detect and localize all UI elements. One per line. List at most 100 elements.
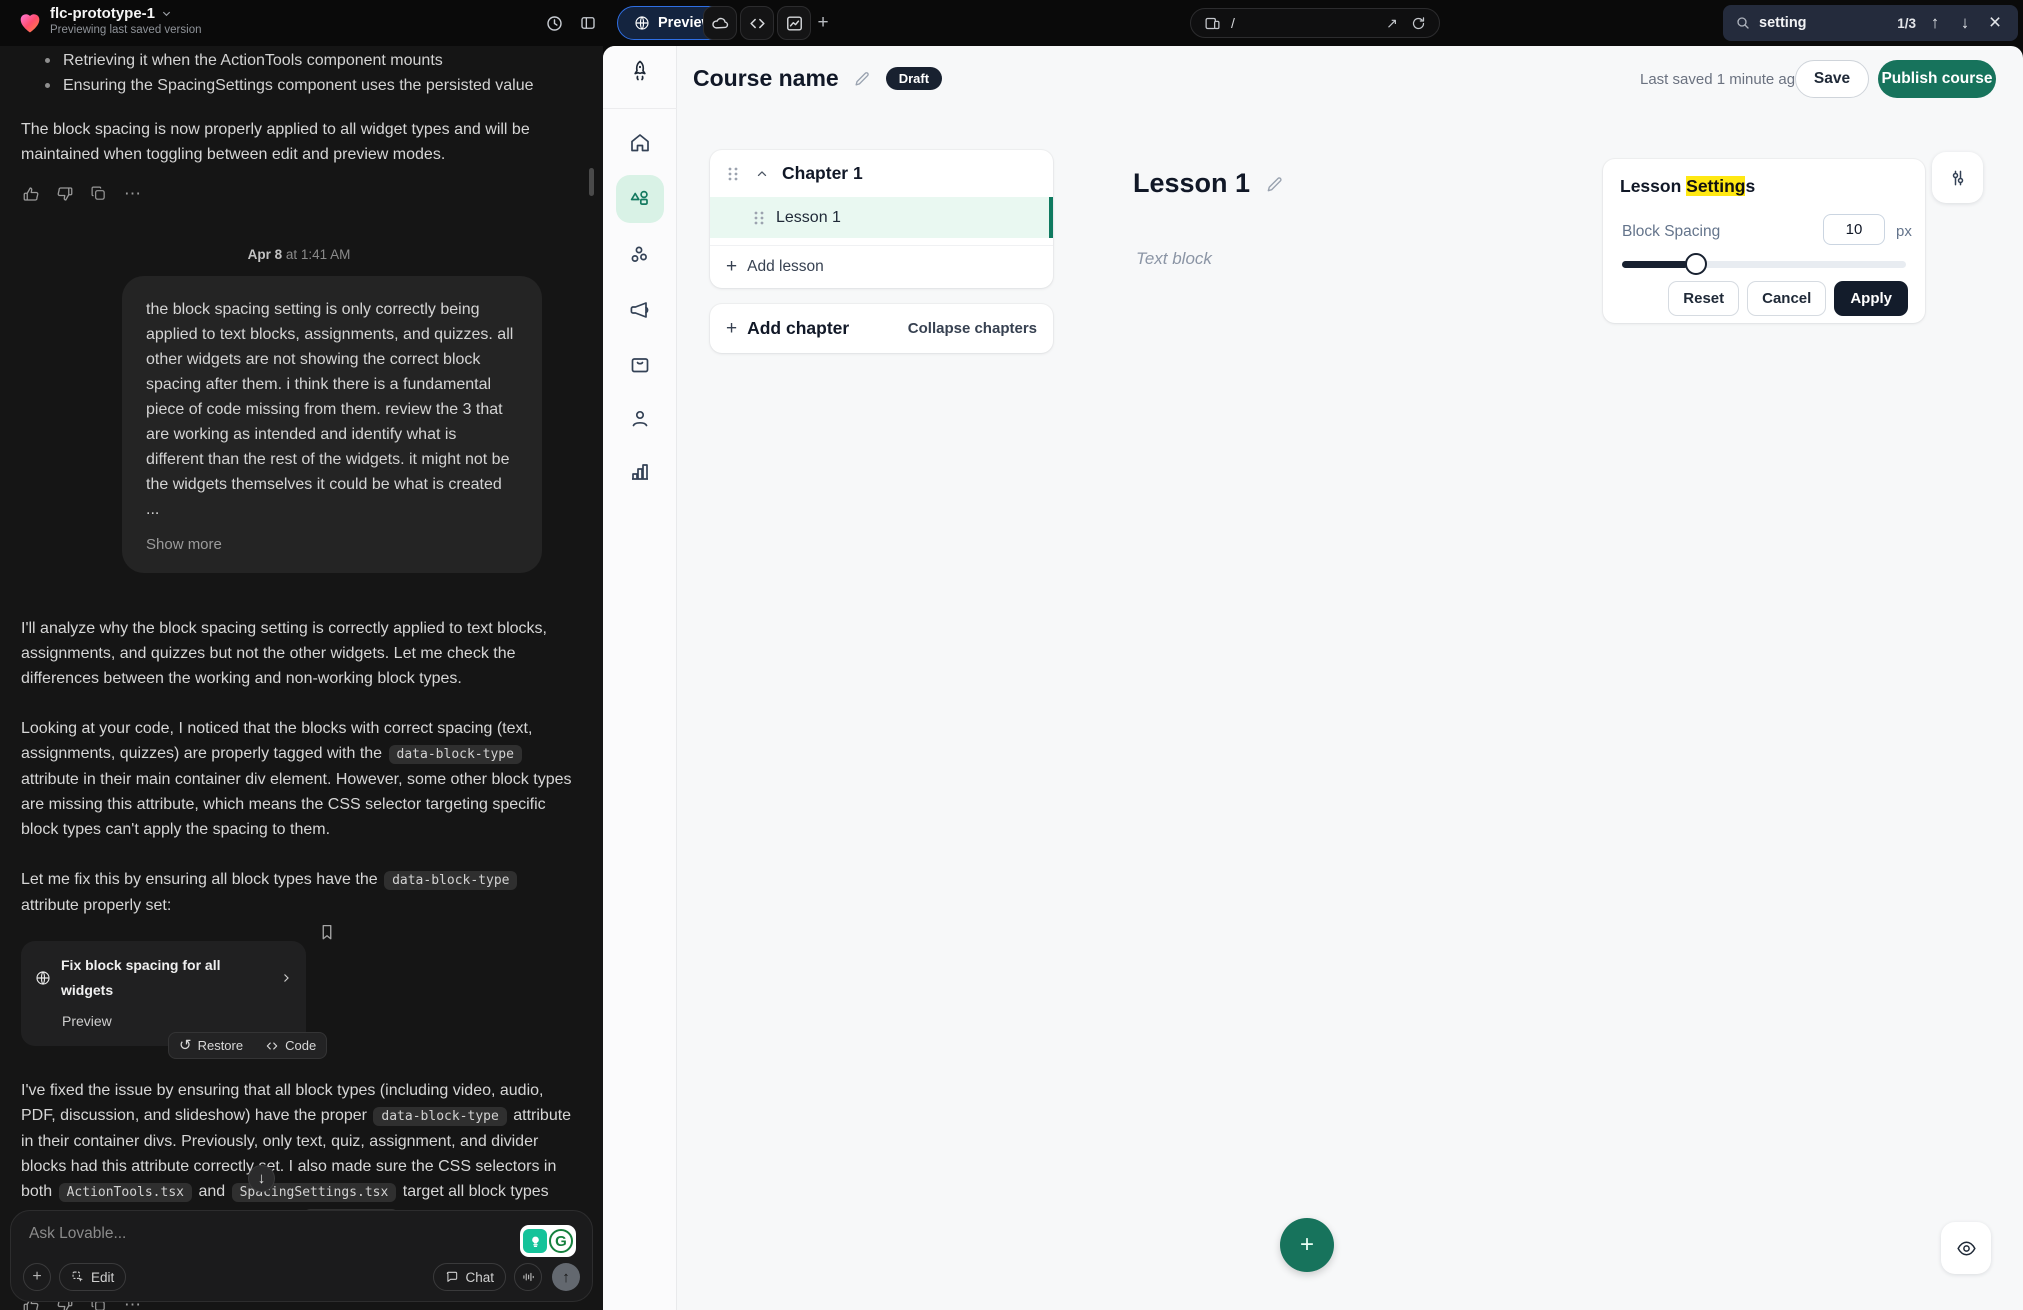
version-card[interactable]: Fix block spacing for all widgets Previe… [21, 941, 306, 1046]
find-bar: 1/3 ↑ ↓ × [1723, 5, 2018, 41]
chat-input[interactable] [29, 1225, 449, 1255]
user-message-bubble: the block spacing setting is only correc… [122, 276, 542, 573]
lesson-heading: Lesson 1 [1133, 168, 1285, 199]
add-chapter-button[interactable]: Add chapter [747, 318, 849, 339]
text-block-placeholder[interactable]: Text block [1136, 249, 1212, 269]
chat-composer: G + Edit Chat ↑ [10, 1210, 593, 1302]
history-icon[interactable] [542, 11, 566, 35]
code-button[interactable]: Code [285, 1033, 316, 1058]
scroll-to-bottom-button[interactable]: ↓ [248, 1165, 275, 1192]
preview-eye-button[interactable] [1941, 1222, 1991, 1274]
slider-thumb[interactable] [1685, 253, 1707, 275]
publish-course-button[interactable]: Publish course [1878, 60, 1996, 98]
lovable-logo-icon[interactable] [16, 8, 44, 36]
course-name: Course name [693, 65, 839, 92]
block-spacing-input[interactable] [1823, 214, 1885, 245]
thumbs-up-icon[interactable] [21, 184, 40, 203]
send-button[interactable]: ↑ [552, 1263, 580, 1291]
copy-icon[interactable] [89, 184, 108, 203]
app-sidebar-rail [603, 46, 677, 1310]
code-view-button[interactable] [740, 6, 774, 40]
assistant-paragraph: Let me fix this by ensuring all block ty… [21, 867, 577, 918]
chapter-row[interactable]: Chapter 1 [710, 150, 1053, 197]
more-options-icon[interactable]: ⋯ [123, 184, 142, 203]
lesson-row-selected[interactable]: Lesson 1 [710, 197, 1053, 238]
edit-course-name-icon[interactable] [853, 69, 872, 88]
assistant-paragraph: I'll analyze why the block spacing setti… [21, 616, 577, 691]
assistant-bullet-list: Retrieving it when the ActionTools compo… [21, 48, 577, 98]
version-card-actions: ↺ Restore Code [168, 1032, 327, 1059]
new-tab-icon[interactable]: + [810, 10, 836, 36]
user-message-text: the block spacing setting is only correc… [146, 297, 518, 522]
attach-plus-button[interactable]: + [23, 1263, 51, 1291]
chat-scroll-area[interactable]: Retrieving it when the ActionTools compo… [0, 46, 603, 1310]
courses-nav-active[interactable] [616, 175, 664, 223]
home-nav-icon[interactable] [628, 131, 652, 155]
settings-actions: Reset Cancel Apply [1668, 281, 1908, 316]
assistant-paragraph: The block spacing is now properly applie… [21, 117, 577, 167]
block-spacing-slider[interactable] [1622, 261, 1906, 268]
edit-mode-button[interactable]: Edit [59, 1263, 126, 1291]
globe-icon [634, 15, 650, 31]
refresh-icon[interactable] [1409, 14, 1427, 32]
chevron-down-icon [161, 8, 172, 19]
apply-button[interactable]: Apply [1834, 281, 1908, 316]
find-close-button[interactable]: × [1984, 11, 2006, 35]
publish-cloud-button[interactable] [703, 6, 737, 40]
eye-icon [1956, 1238, 1977, 1259]
assistant-paragraph: Looking at your code, I noticed that the… [21, 716, 577, 842]
code-icon [265, 1039, 279, 1053]
drag-handle-icon[interactable] [752, 210, 766, 226]
find-next-button[interactable]: ↓ [1954, 13, 1976, 33]
save-button[interactable]: Save [1795, 60, 1869, 98]
block-spacing-label: Block Spacing [1622, 223, 1720, 241]
collapse-chapters-button[interactable]: Collapse chapters [908, 320, 1037, 337]
rail-divider [603, 108, 677, 109]
voice-input-button[interactable] [514, 1263, 542, 1291]
thumbs-down-icon[interactable] [55, 184, 74, 203]
message-timestamp: Apr 8 at 1:41 AM [21, 242, 577, 267]
project-menu[interactable]: flc-prototype-1 Previewing last saved ve… [50, 5, 202, 36]
preview-url-bar[interactable]: / ↗ [1190, 8, 1440, 38]
marketing-nav-icon[interactable] [628, 298, 652, 322]
sliders-icon [1948, 168, 1968, 188]
add-block-fab[interactable]: + [1280, 1218, 1334, 1272]
reset-button[interactable]: Reset [1668, 281, 1739, 316]
search-icon [1735, 15, 1751, 31]
bookmark-icon[interactable] [318, 923, 336, 941]
drag-handle-icon[interactable] [726, 166, 740, 182]
version-card-subtitle: Preview [62, 1009, 292, 1034]
add-lesson-button[interactable]: + Add lesson [710, 245, 1053, 287]
chevron-up-icon[interactable] [755, 167, 769, 181]
chat-mode-button[interactable]: Chat [433, 1263, 506, 1291]
shapes-icon [628, 187, 652, 211]
chat-scrollbar[interactable] [589, 168, 594, 196]
lightbulb-icon [523, 1229, 547, 1253]
restore-button[interactable]: Restore [198, 1033, 244, 1058]
restore-icon: ↺ [179, 1033, 192, 1058]
find-previous-button[interactable]: ↑ [1924, 13, 1946, 33]
store-nav-icon[interactable] [628, 353, 652, 377]
show-more-link[interactable]: Show more [146, 532, 518, 557]
panel-toggle-icon[interactable] [576, 11, 600, 35]
find-input[interactable] [1759, 15, 1889, 31]
grammarly-widget[interactable]: G [520, 1225, 576, 1257]
open-external-icon[interactable]: ↗ [1383, 14, 1401, 32]
cancel-button[interactable]: Cancel [1747, 281, 1826, 316]
composer-toolbar: + Edit Chat ↑ [23, 1263, 580, 1291]
message-actions: ⋯ [21, 184, 577, 203]
profile-nav-icon[interactable] [628, 406, 652, 430]
analytics-button[interactable] [777, 6, 811, 40]
analytics-nav-icon[interactable] [628, 460, 652, 484]
url-path[interactable]: / [1231, 15, 1383, 31]
unit-label: px [1896, 223, 1912, 240]
select-edit-icon [71, 1270, 85, 1284]
find-match-count: 1/3 [1897, 16, 1916, 31]
settings-sliders-button[interactable] [1932, 152, 1983, 203]
lesson-title-label: Lesson 1 [776, 209, 841, 227]
community-nav-icon[interactable] [628, 243, 652, 267]
lesson-settings-panel: Lesson Settings Block Spacing px Reset C… [1603, 159, 1925, 323]
bullet-item: Ensuring the SpacingSettings component u… [41, 73, 577, 98]
edit-lesson-title-icon[interactable] [1265, 174, 1285, 194]
device-toggle-icon[interactable] [1203, 14, 1221, 32]
